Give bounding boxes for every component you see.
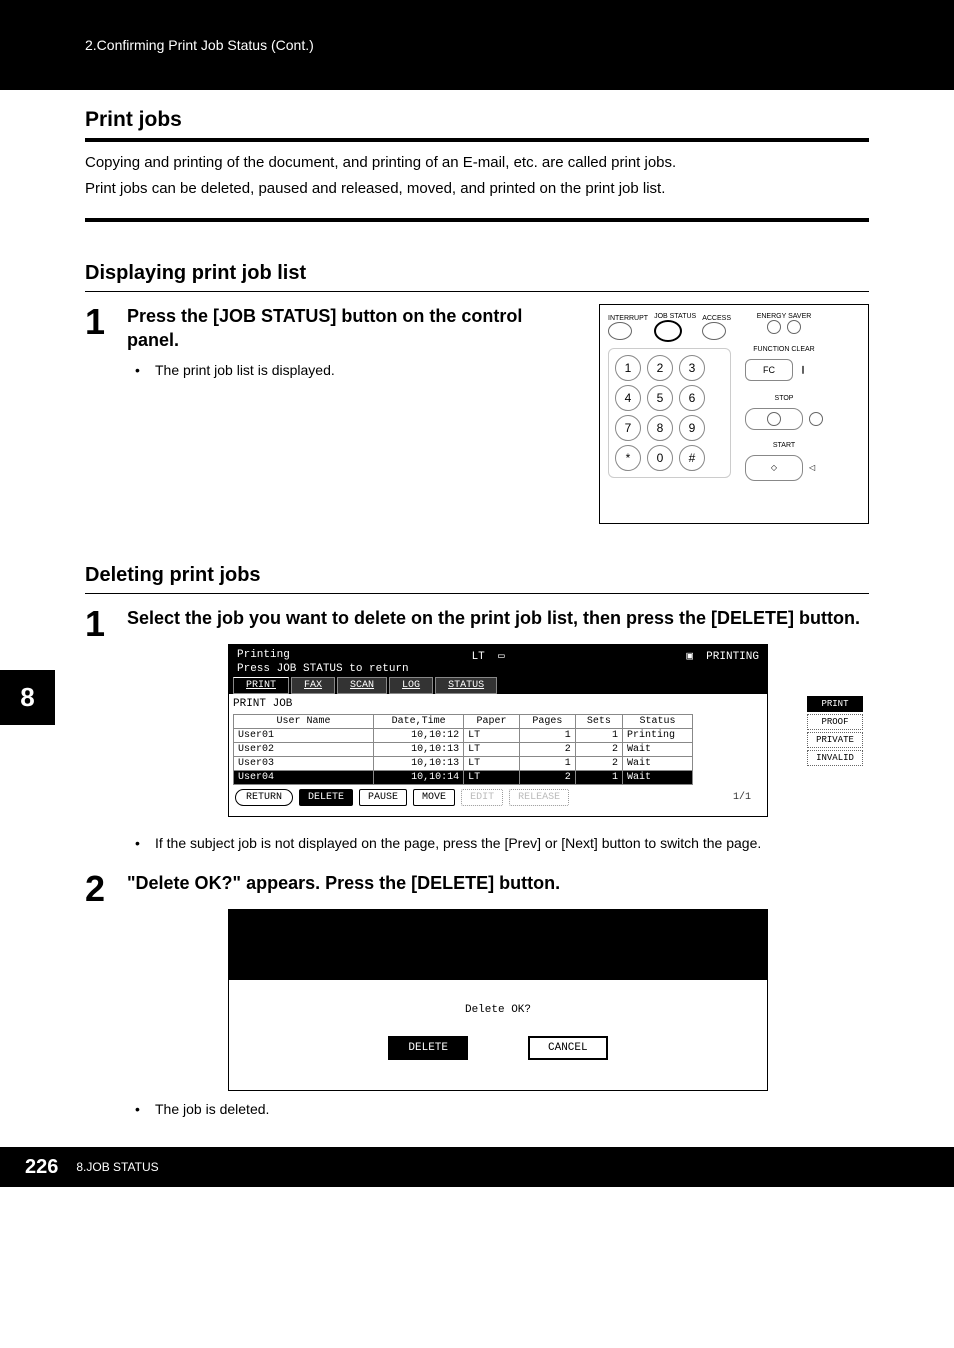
side-proof-button[interactable]: PROOF [807,714,863,730]
col-status: Status [623,714,693,728]
para-1: Copying and printing of the document, an… [85,152,869,174]
breadcrumb: 2.Confirming Print Job Status (Cont.) [85,37,314,53]
label-function-clear: FUNCTION CLEAR [745,346,823,353]
key-4[interactable]: 4 [615,385,641,411]
step-text: "Delete OK?" appears. Press the [DELETE]… [127,871,869,895]
label-interrupt: INTERRUPT [608,315,648,322]
page-number: 226 [25,1156,58,1179]
step-number: 2 [85,871,127,907]
tab-scan[interactable]: SCAN [337,677,387,694]
rule [85,291,869,292]
start-button[interactable]: ◇ [745,455,803,481]
confirm-delete-button[interactable]: DELETE [388,1036,468,1060]
key-star[interactable]: * [615,445,641,471]
confirm-delete-screen: Delete OK? DELETE CANCEL [228,909,768,1091]
subsection-deleting: Deleting print jobs [85,564,869,587]
col-pages: Pages [519,714,575,728]
clear-icon: ∥ [801,365,805,374]
tab-status[interactable]: STATUS [435,677,497,694]
side-private-button[interactable]: PRIVATE [807,732,863,748]
footer: 226 8.JOB STATUS [0,1147,954,1187]
key-7[interactable]: 7 [615,415,641,441]
confirm-cancel-button[interactable]: CANCEL [528,1036,608,1060]
print-job-list-screen: Printing LT ▭ ▣ PRINTING Press JOB STATU… [228,644,768,817]
col-datetime: Date,Time [374,714,464,728]
chapter-tab: 8 [0,670,55,725]
step-number: 1 [85,304,127,340]
tab-log[interactable]: LOG [389,677,433,694]
key-8[interactable]: 8 [647,415,673,441]
screen-title: Printing [237,649,290,663]
header-bar: 2.Confirming Print Job Status (Cont.) [0,0,954,90]
col-paper: Paper [464,714,520,728]
access-button[interactable] [702,322,726,340]
para-2: Print jobs can be deleted, paused and re… [85,178,869,200]
print-job-table: User Name Date,Time Paper Pages Sets Sta… [233,714,693,785]
edit-button[interactable]: EDIT [461,789,503,806]
move-button[interactable]: MOVE [413,789,455,806]
label-start: START [745,442,823,449]
delete-button[interactable]: DELETE [299,789,353,806]
screen-subheader: PRINT JOB [233,698,763,710]
side-invalid-button[interactable]: INVALID [807,750,863,766]
table-row[interactable]: User01 10,10:12 LT 1 1 Printing [234,728,693,742]
screen-status: PRINTING [706,651,759,663]
numeric-keypad: 1 2 3 4 5 6 7 8 9 * 0 # [608,348,731,478]
bullet-text: The job is deleted. [155,1101,269,1117]
subsection-display-list: Displaying print job list [85,262,869,285]
label-access: ACCESS [702,315,731,322]
rule [85,593,869,594]
key-9[interactable]: 9 [679,415,705,441]
rule [85,138,869,142]
step-number: 1 [85,606,127,642]
bullet-icon: • [127,835,155,851]
col-user: User Name [234,714,374,728]
confirm-prompt: Delete OK? [229,1004,767,1016]
interrupt-button[interactable] [608,322,632,340]
screen-hint: Press JOB STATUS to return [237,663,759,675]
key-hash[interactable]: # [679,445,705,471]
indicator-icon [809,412,823,426]
step-text: Select the job you want to delete on the… [127,606,869,630]
section-print-jobs-title: Print jobs [85,108,869,132]
stop-button[interactable] [745,408,803,430]
fc-button[interactable]: FC [745,359,793,381]
stop-icon [767,412,781,426]
screen-paper: LT [472,651,485,663]
table-row[interactable]: User03 10,10:13 LT 1 2 Wait [234,756,693,770]
tab-fax[interactable]: FAX [291,677,335,694]
side-print-button[interactable]: PRINT [807,696,863,712]
bullet-text: If the subject job is not displayed on t… [155,835,761,851]
key-2[interactable]: 2 [647,355,673,381]
help-icon [787,320,801,334]
start-icon: ◁ [809,463,815,472]
label-energy-saver: ENERGY SAVER [745,313,823,320]
tab-print[interactable]: PRINT [233,677,289,694]
bullet-icon: • [127,1101,155,1117]
col-sets: Sets [575,714,622,728]
label-job-status: JOB STATUS [654,313,696,320]
return-button[interactable]: RETURN [235,789,293,806]
key-3[interactable]: 3 [679,355,705,381]
label-stop: STOP [745,395,823,402]
energy-icon [767,320,781,334]
pause-button[interactable]: PAUSE [359,789,407,806]
bullet-icon: • [127,362,155,378]
bullet-text: The print job list is displayed. [155,362,335,378]
key-0[interactable]: 0 [647,445,673,471]
job-status-button[interactable] [654,320,682,342]
key-5[interactable]: 5 [647,385,673,411]
footer-chapter: 8.JOB STATUS [76,1160,158,1174]
table-row-selected[interactable]: User04 10,10:14 LT 2 1 Wait [234,770,693,784]
table-row[interactable]: User02 10,10:13 LT 2 2 Wait [234,742,693,756]
page-indicator: 1/1 [733,792,751,803]
rule [85,218,869,222]
key-6[interactable]: 6 [679,385,705,411]
step-text: Press the [JOB STATUS] button on the con… [127,304,579,353]
control-panel-diagram: INTERRUPT JOB STATUS ACCESS [599,304,869,524]
release-button[interactable]: RELEASE [509,789,569,806]
key-1[interactable]: 1 [615,355,641,381]
